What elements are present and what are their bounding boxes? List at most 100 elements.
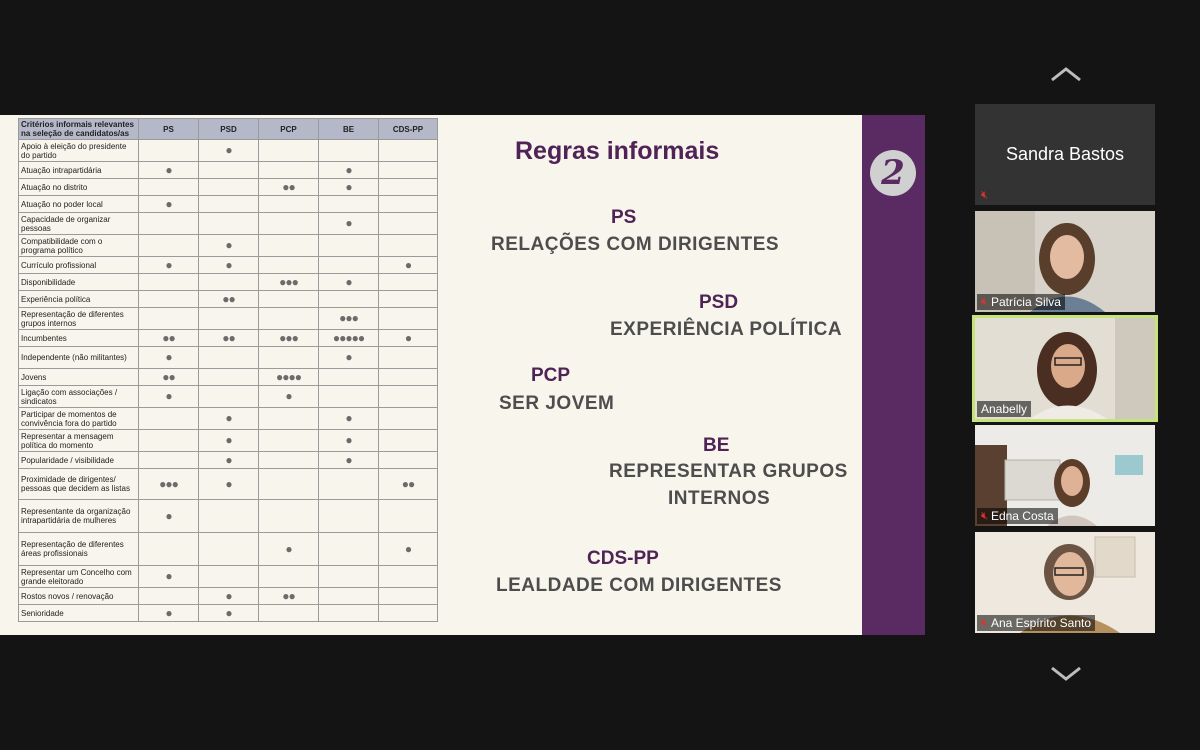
score-dots-cell xyxy=(318,290,379,308)
table-header-cell: Critérios informais relevantes na seleçã… xyxy=(18,118,139,140)
table-row: Representante da organização intrapartid… xyxy=(18,499,438,533)
score-dots-cell xyxy=(198,307,259,330)
score-dots-cell xyxy=(198,385,259,408)
table-row: Representação de diferentes grupos inter… xyxy=(18,307,438,330)
mic-muted-icon: 🔇︎ xyxy=(981,616,988,629)
participant-tile[interactable]: Sandra Bastos 🔇︎ xyxy=(975,104,1155,205)
table-row: Atuação no distrito ●● ● xyxy=(18,178,438,196)
score-dots-cell: ● xyxy=(198,429,259,452)
table-row: Ligação com associações / sindicatos ● ● xyxy=(18,385,438,408)
score-dots-cell xyxy=(378,604,438,622)
score-dots-cell: ●● xyxy=(198,290,259,308)
score-dots-cell: ● xyxy=(198,407,259,430)
participant-label: 🔇︎ Edna Costa xyxy=(977,508,1058,524)
participant-name: Ana Espírito Santo xyxy=(990,616,1091,630)
score-dots-cell xyxy=(258,195,319,213)
participant-tile-active[interactable]: Anabelly xyxy=(972,315,1158,422)
party-name: BE xyxy=(703,435,730,456)
score-dots-cell xyxy=(378,212,438,235)
party-rule: EXPERIÊNCIA POLÍTICA xyxy=(610,319,843,340)
score-dots-cell xyxy=(258,290,319,308)
criterion-label: Ligação com associações / sindicatos xyxy=(18,385,139,408)
score-dots-cell: ● xyxy=(378,256,438,274)
score-dots-cell xyxy=(378,273,438,291)
score-dots-cell xyxy=(138,290,199,308)
score-dots-cell xyxy=(318,234,379,257)
table-header-cell: CDS-PP xyxy=(378,118,438,140)
score-dots-cell: ● xyxy=(138,195,199,213)
participant-tile[interactable]: 🔇︎ Edna Costa xyxy=(975,425,1155,526)
criterion-label: Proximidade de dirigentes/ pessoas que d… xyxy=(18,468,139,500)
score-dots-cell: ● xyxy=(318,346,379,369)
score-dots-cell xyxy=(258,346,319,369)
score-dots-cell xyxy=(378,161,438,179)
score-dots-cell xyxy=(138,234,199,257)
score-dots-cell: ●●●●● xyxy=(318,329,379,347)
participant-label: 🔇︎ Ana Espírito Santo xyxy=(977,615,1095,631)
score-dots-cell: ● xyxy=(378,329,438,347)
score-dots-cell xyxy=(138,307,199,330)
score-dots-cell: ● xyxy=(138,604,199,622)
chevron-up-icon[interactable] xyxy=(1046,64,1086,84)
score-dots-cell xyxy=(318,532,379,566)
mic-muted-icon: 🔇︎ xyxy=(981,509,988,522)
score-dots-cell xyxy=(258,234,319,257)
party-name: CDS-PP xyxy=(587,548,659,569)
score-dots-cell xyxy=(378,307,438,330)
participant-tile[interactable]: 🔇︎ Patrícia Silva xyxy=(975,211,1155,312)
score-dots-cell xyxy=(258,604,319,622)
participant-tile[interactable]: 🔇︎ Ana Espírito Santo xyxy=(975,532,1155,633)
table-row: Atuação intrapartidária ● ● xyxy=(18,161,438,179)
score-dots-cell xyxy=(138,178,199,196)
criteria-table: Critérios informais relevantes na seleçã… xyxy=(18,118,438,622)
table-row: Popularidade / visibilidade ● ● xyxy=(18,451,438,469)
table-row: Currículo profissional ● ● ● xyxy=(18,256,438,274)
mic-muted-icon: 🔇︎ xyxy=(981,189,988,201)
score-dots-cell xyxy=(198,178,259,196)
score-dots-cell xyxy=(378,451,438,469)
criterion-label: Representante da organização intrapartid… xyxy=(18,499,139,533)
score-dots-cell: ● xyxy=(138,161,199,179)
table-row: Disponibilidade ●●● ● xyxy=(18,273,438,291)
score-dots-cell xyxy=(378,290,438,308)
criterion-label: Representação de diferentes áreas profis… xyxy=(18,532,139,566)
party-rule: RELAÇÕES COM DIRIGENTES xyxy=(491,234,780,255)
participant-name: Sandra Bastos xyxy=(1005,144,1125,164)
score-dots-cell: ●● xyxy=(378,468,438,500)
table-header-cell: PS xyxy=(138,118,199,140)
participant-name: Anabelly xyxy=(981,402,1028,416)
score-dots-cell: ● xyxy=(378,532,438,566)
criterion-label: Apoio à eleição do presidente do partido xyxy=(18,139,139,162)
chevron-down-icon[interactable] xyxy=(1046,664,1086,684)
participant-name: Edna Costa xyxy=(990,509,1054,523)
table-row: Participar de momentos de convivência fo… xyxy=(18,407,438,430)
score-dots-cell: ● xyxy=(138,499,199,533)
score-dots-cell: ● xyxy=(198,468,259,500)
score-dots-cell xyxy=(138,139,199,162)
score-dots-cell xyxy=(138,532,199,566)
score-dots-cell: ● xyxy=(258,532,319,566)
score-dots-cell xyxy=(318,139,379,162)
criterion-label: Senioridade xyxy=(18,604,139,622)
criterion-label: Atuação no poder local xyxy=(18,195,139,213)
party-rule: REPRESENTAR GRUPOS xyxy=(609,461,848,482)
score-dots-cell xyxy=(258,407,319,430)
score-dots-cell: ●●●● xyxy=(258,368,319,386)
table-header-cell: PSD xyxy=(198,118,259,140)
score-dots-cell xyxy=(258,565,319,588)
score-dots-cell: ● xyxy=(258,385,319,408)
score-dots-cell: ● xyxy=(138,346,199,369)
score-dots-cell xyxy=(318,499,379,533)
score-dots-cell: ● xyxy=(138,565,199,588)
table-row: Rostos novos / renovação ● ●● xyxy=(18,587,438,605)
score-dots-cell xyxy=(258,499,319,533)
score-dots-cell xyxy=(378,385,438,408)
table-row: Representar a mensagem política do momen… xyxy=(18,429,438,452)
score-dots-cell xyxy=(198,368,259,386)
table-header-cell: BE xyxy=(318,118,379,140)
score-dots-cell xyxy=(198,273,259,291)
score-dots-cell: ● xyxy=(198,451,259,469)
party-rule: INTERNOS xyxy=(668,488,771,509)
score-dots-cell xyxy=(258,429,319,452)
score-dots-cell xyxy=(318,604,379,622)
